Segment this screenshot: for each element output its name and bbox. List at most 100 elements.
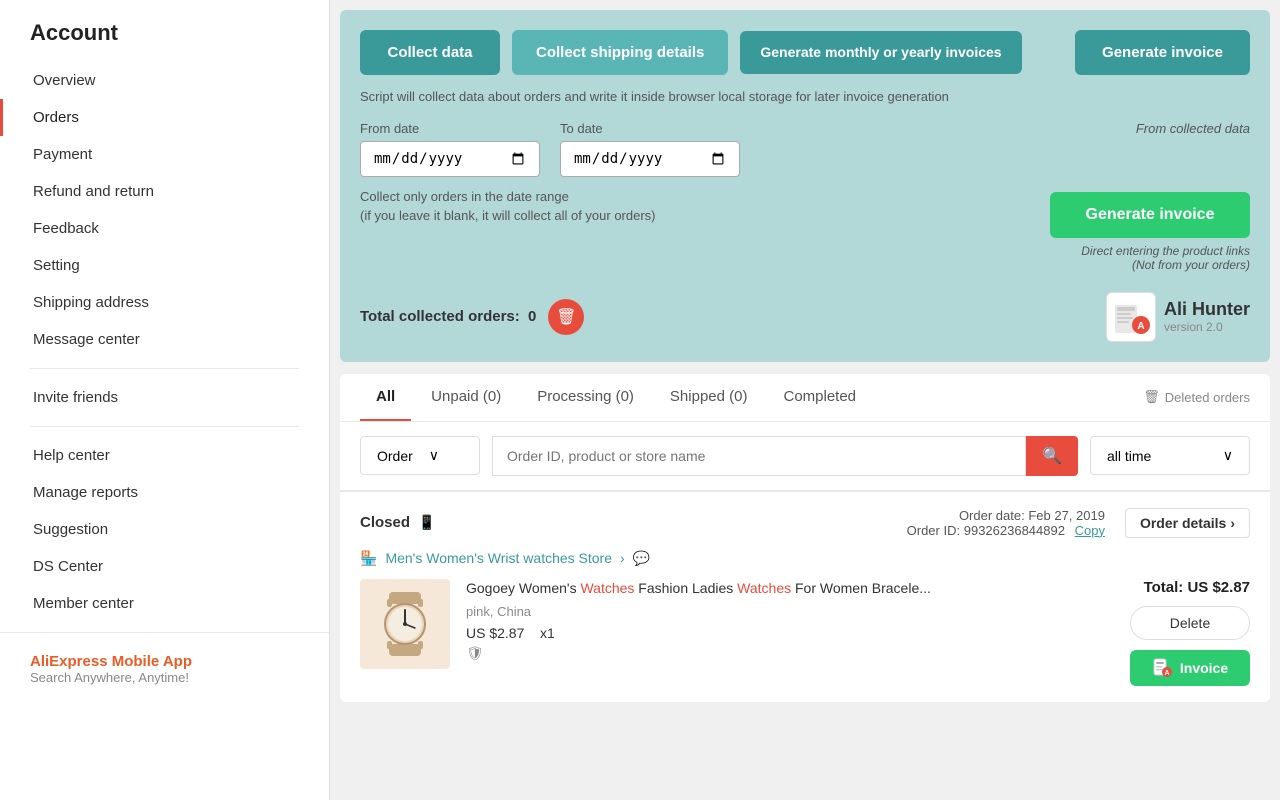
sidebar-item-label: Overview — [33, 72, 96, 89]
product-variant: pink, China — [466, 604, 1114, 619]
to-date-label: To date — [560, 121, 740, 136]
collect-shipping-button[interactable]: Collect shipping details — [512, 30, 728, 75]
sidebar-divider2 — [30, 426, 299, 427]
product-image — [360, 579, 450, 669]
collected-orders: Total collected orders: 0 🗑 — [360, 299, 584, 335]
store-name: Men's Women's Wrist watches Store — [385, 550, 612, 566]
to-date-input[interactable] — [560, 141, 740, 177]
ali-hunter-version: version 2.0 — [1164, 320, 1250, 334]
generate-invoice-green-button[interactable]: Generate invoice — [1050, 192, 1250, 238]
copy-order-id-button[interactable]: Copy — [1075, 523, 1105, 538]
sidebar-item-setting[interactable]: Setting — [0, 247, 329, 284]
sidebar-item-member[interactable]: Member center — [0, 585, 329, 622]
sidebar-item-refund[interactable]: Refund and return — [0, 173, 329, 210]
deleted-orders-link[interactable]: 🗑 Deleted orders — [1143, 389, 1250, 405]
search-wrapper: 🔍 — [492, 436, 1078, 476]
sidebar-item-label: DS Center — [33, 558, 103, 575]
from-collected-note: From collected data — [1136, 121, 1250, 136]
sidebar-item-label: Refund and return — [33, 183, 154, 200]
app-title: AliExpress Mobile App — [30, 653, 299, 670]
clear-orders-button[interactable]: 🗑 — [548, 299, 584, 335]
svg-text:A: A — [1164, 670, 1169, 677]
tab-all[interactable]: All — [360, 374, 411, 421]
total-orders-label: Total collected orders: 0 — [360, 308, 536, 325]
order-meta: Order date: Feb 27, 2019 Order ID: 99326… — [907, 508, 1105, 538]
sidebar-account-title: Account — [0, 20, 329, 62]
product-actions: Total: US $2.87 Delete A Invoice — [1130, 579, 1250, 686]
product-row: Gogoey Women's Watches Fashion Ladies Wa… — [360, 579, 1250, 686]
sidebar-item-payment[interactable]: Payment — [0, 136, 329, 173]
sidebar-item-label: Invite friends — [33, 389, 118, 406]
order-status: Closed 📱 — [360, 514, 435, 531]
product-price: US $2.87 x1 — [466, 625, 1114, 641]
invoice-button[interactable]: A Invoice — [1130, 650, 1250, 686]
generate-invoice-top-button[interactable]: Generate invoice — [1075, 30, 1250, 75]
order-id: Order ID: 99326236844892 Copy — [907, 523, 1105, 538]
tab-unpaid[interactable]: Unpaid (0) — [415, 374, 517, 421]
monthly-invoice-button[interactable]: Generate monthly or yearly invoices — [740, 31, 1021, 73]
from-date-input[interactable] — [360, 141, 540, 177]
store-row[interactable]: 🏪 Men's Women's Wrist watches Store › 💬 — [360, 550, 1250, 567]
sidebar-item-suggestion[interactable]: Suggestion — [0, 511, 329, 548]
product-info: Gogoey Women's Watches Fashion Ladies Wa… — [466, 579, 1114, 663]
search-input[interactable] — [492, 436, 1026, 476]
top-buttons-row: Collect data Collect shipping details Ge… — [360, 30, 1250, 75]
product-name: Gogoey Women's Watches Fashion Ladies Wa… — [466, 579, 1114, 599]
protection-icon: 🛡 — [466, 645, 1114, 662]
chat-icon: 💬 — [633, 550, 650, 567]
sidebar-item-label: Suggestion — [33, 521, 108, 538]
from-date-group: From date — [360, 121, 540, 177]
sidebar-item-label: Setting — [33, 257, 80, 274]
order-details-button[interactable]: Order details › — [1125, 508, 1250, 538]
chevron-down-icon: ∨ — [429, 447, 439, 464]
top-panel: Collect data Collect shipping details Ge… — [340, 10, 1270, 362]
shield-icon: 🛡 — [466, 645, 484, 662]
date-note: Collect only orders in the date range(if… — [360, 187, 740, 226]
orders-tabs: All Unpaid (0) Processing (0) Shipped (0… — [340, 374, 1270, 422]
sidebar-item-reports[interactable]: Manage reports — [0, 474, 329, 511]
order-filter-select[interactable]: Order ∨ — [360, 436, 480, 475]
search-button[interactable]: 🔍 — [1026, 436, 1078, 476]
trash-icon: 🗑 — [556, 307, 576, 327]
svg-text:A: A — [1137, 321, 1144, 332]
order-card: Closed 📱 Order date: Feb 27, 2019 Order … — [340, 491, 1270, 702]
time-filter-select[interactable]: all time ∨ — [1090, 436, 1250, 475]
tab-shipped[interactable]: Shipped (0) — [654, 374, 764, 421]
chevron-right-icon-store: › — [620, 550, 625, 566]
total-price: Total: US $2.87 — [1144, 579, 1250, 596]
sidebar-item-orders[interactable]: Orders — [0, 99, 329, 136]
bottom-bar: Total collected orders: 0 🗑 — [360, 292, 1250, 342]
date-range-row: From date To date — [360, 121, 740, 177]
filter-row: Order ∨ 🔍 all time ∨ — [340, 422, 1270, 491]
sidebar-item-help[interactable]: Help center — [0, 437, 329, 474]
sidebar-app-section: AliExpress Mobile App Search Anywhere, A… — [0, 632, 329, 705]
sidebar-item-invite[interactable]: Invite friends — [0, 379, 329, 416]
direct-note: Direct entering the product links(Not fr… — [1081, 244, 1250, 272]
sidebar: Account Overview Orders Payment Refund a… — [0, 0, 330, 800]
orders-section: All Unpaid (0) Processing (0) Shipped (0… — [340, 374, 1270, 702]
tab-processing[interactable]: Processing (0) — [521, 374, 650, 421]
ali-hunter-logo: A — [1106, 292, 1156, 342]
sidebar-item-label: Member center — [33, 595, 134, 612]
script-note: Script will collect data about orders an… — [360, 87, 1250, 107]
sidebar-item-ds[interactable]: DS Center — [0, 548, 329, 585]
sidebar-item-feedback[interactable]: Feedback — [0, 210, 329, 247]
trash-small-icon: 🗑 — [1143, 389, 1160, 405]
main-content: Collect data Collect shipping details Ge… — [330, 0, 1280, 800]
sidebar-item-label: Orders — [33, 109, 79, 126]
ali-hunter-name: Ali Hunter — [1164, 299, 1250, 320]
chevron-right-icon: › — [1230, 515, 1235, 531]
store-icon: 🏪 — [360, 550, 377, 567]
sidebar-item-shipping[interactable]: Shipping address — [0, 284, 329, 321]
sidebar-item-overview[interactable]: Overview — [0, 62, 329, 99]
to-date-group: To date — [560, 121, 740, 177]
sidebar-item-message[interactable]: Message center — [0, 321, 329, 358]
sidebar-divider — [30, 368, 299, 369]
delete-order-button[interactable]: Delete — [1130, 606, 1250, 640]
collect-data-button[interactable]: Collect data — [360, 30, 500, 75]
sidebar-item-label: Feedback — [33, 220, 99, 237]
order-header: Closed 📱 Order date: Feb 27, 2019 Order … — [360, 508, 1250, 538]
sidebar-item-label: Help center — [33, 447, 110, 464]
tab-completed[interactable]: Completed — [767, 374, 872, 421]
from-date-label: From date — [360, 121, 540, 136]
